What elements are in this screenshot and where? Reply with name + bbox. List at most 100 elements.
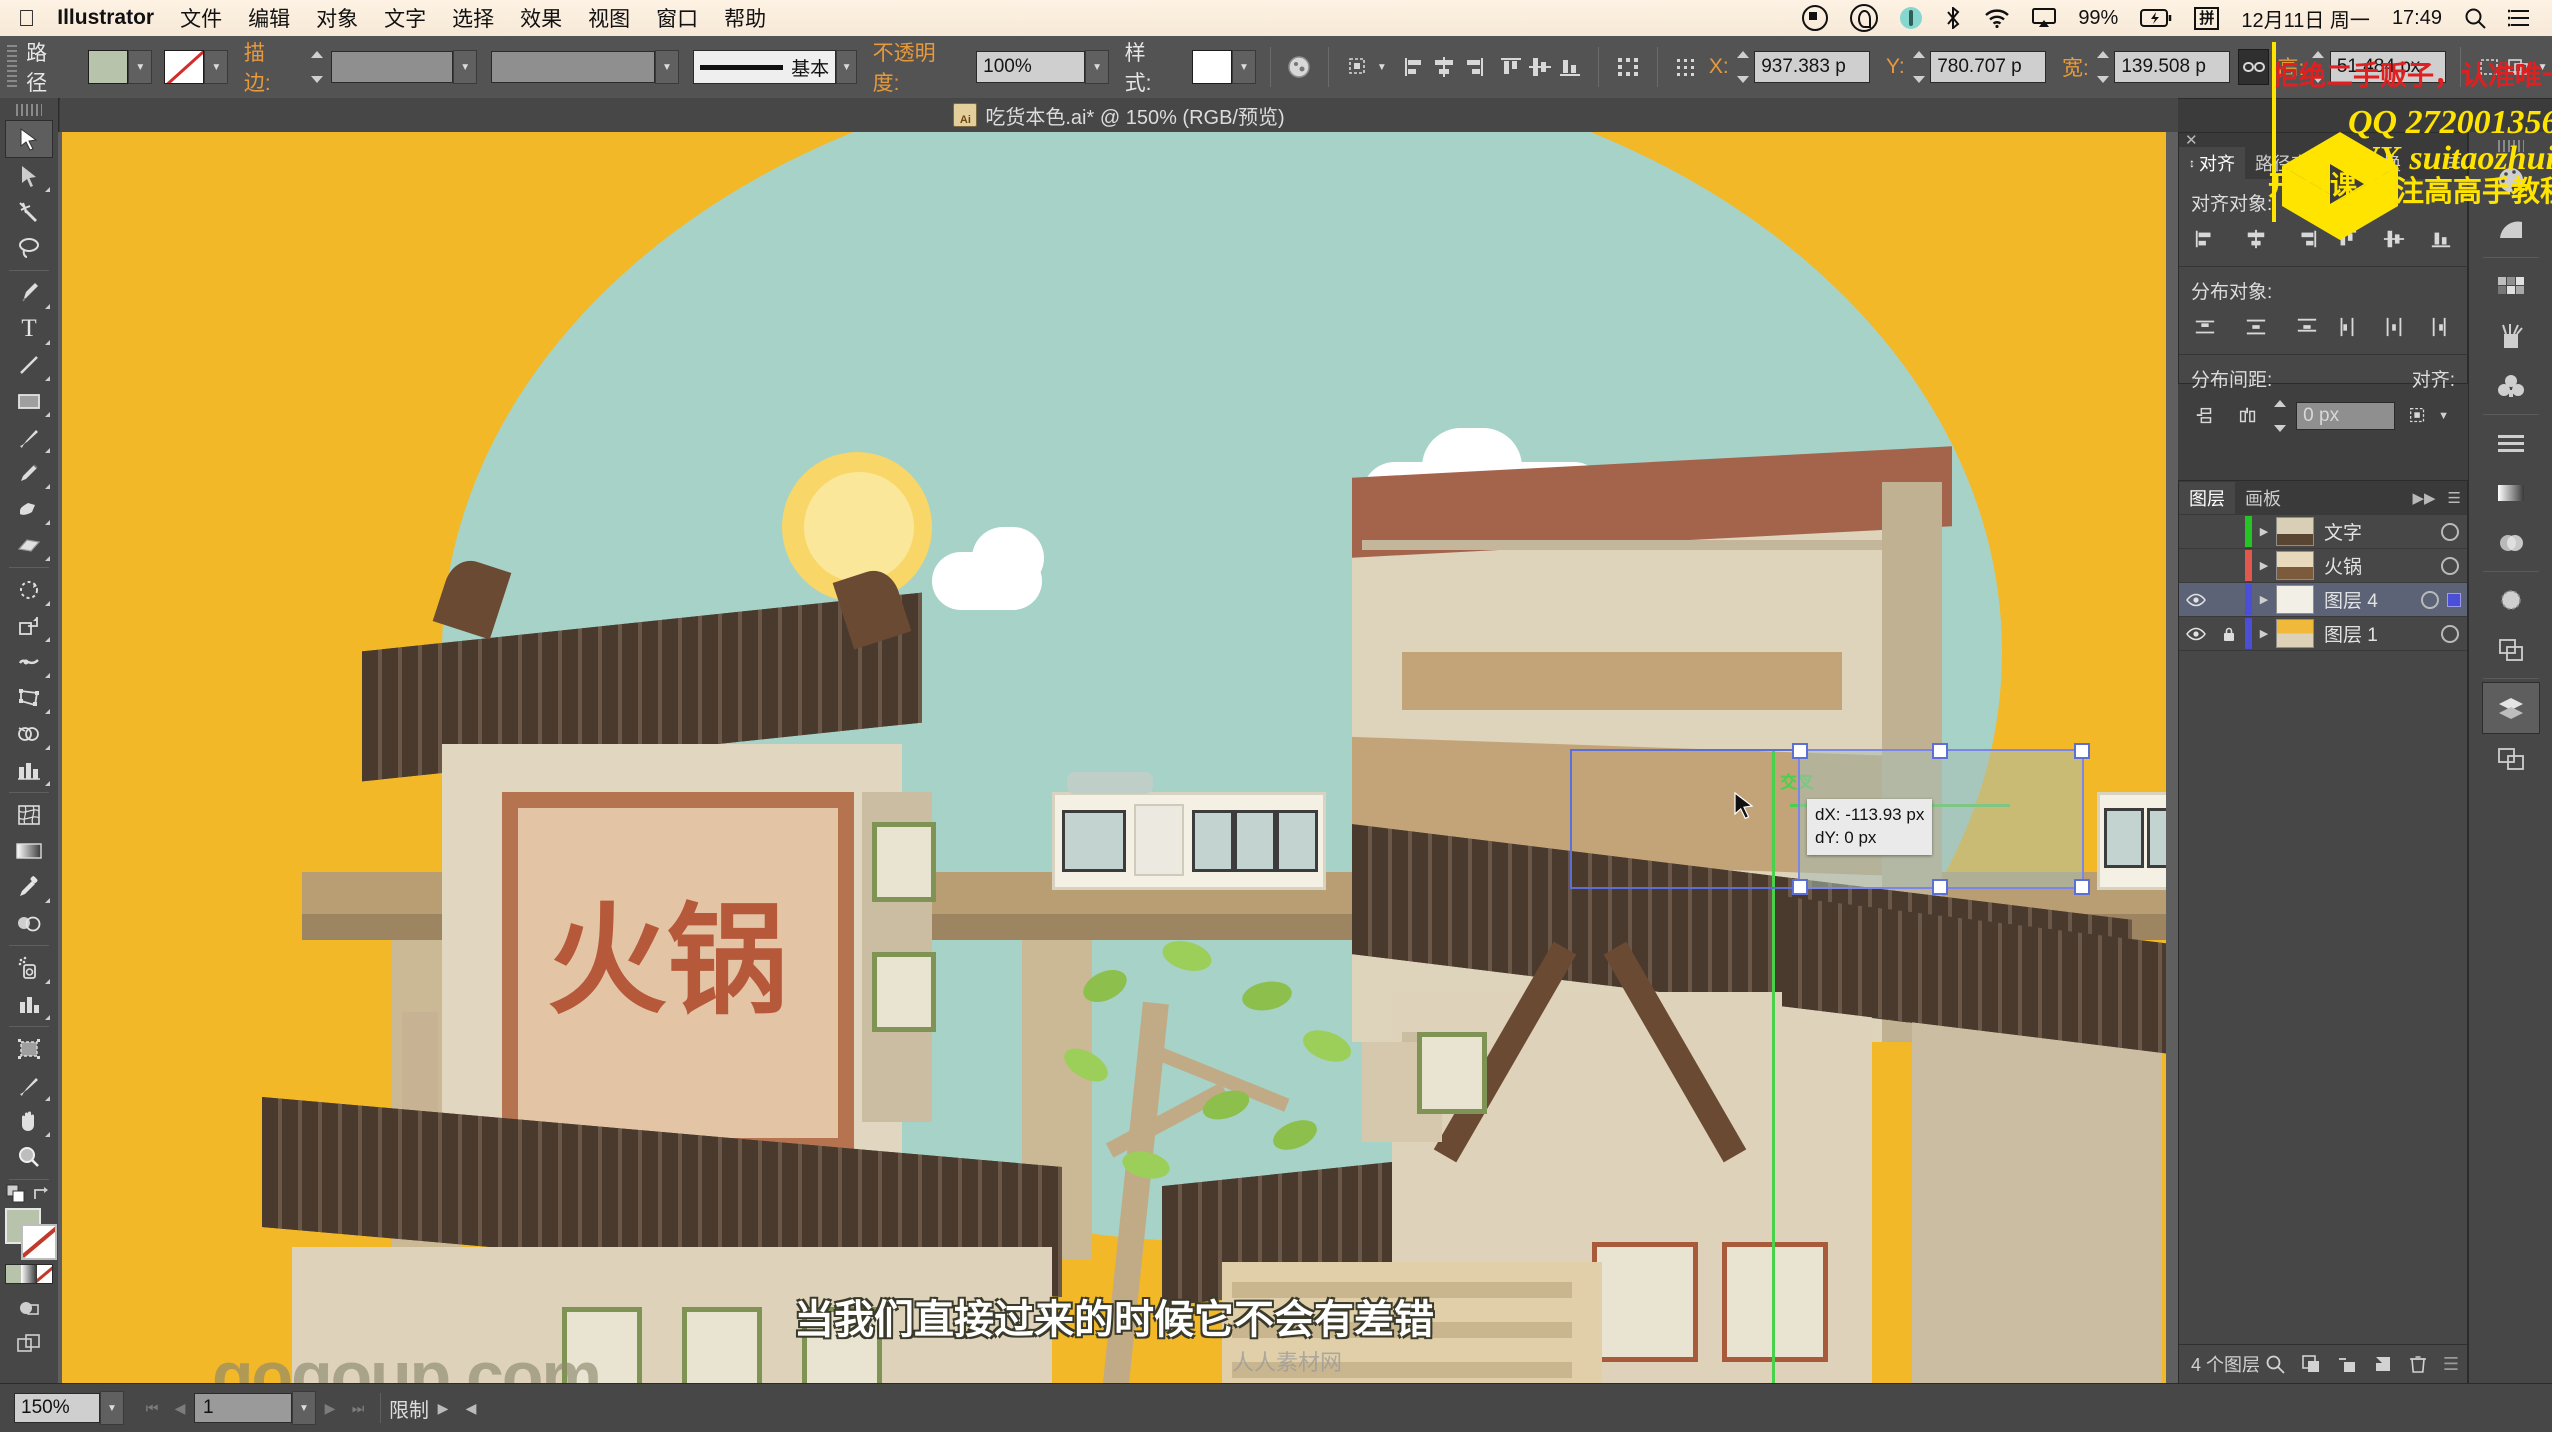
chevron-right-icon[interactable]: ▶ xyxy=(2252,559,2276,572)
default-fill-stroke-icon[interactable] xyxy=(6,1184,26,1204)
table-row[interactable]: ▶ 火锅 xyxy=(2179,549,2467,583)
airplay-icon[interactable] xyxy=(2032,8,2057,28)
chevron-right-icon[interactable]: ▶ xyxy=(2252,627,2276,640)
spacing-stepper[interactable] xyxy=(2273,400,2291,432)
appearance-panel-icon[interactable] xyxy=(2483,575,2539,625)
blob-brush-tool[interactable] xyxy=(6,491,52,527)
stroke-weight-dropdown-arrow[interactable]: ▼ xyxy=(453,50,478,84)
free-transform-tool[interactable] xyxy=(6,680,52,716)
stroke-dropdown-arrow[interactable]: ▼ xyxy=(204,50,229,84)
zoom-tool[interactable] xyxy=(6,1139,52,1175)
distribute-vertical-center-button[interactable] xyxy=(2240,312,2273,342)
fill-color-control[interactable]: ▼ xyxy=(88,50,153,84)
color-panel-icon[interactable] xyxy=(2483,154,2539,204)
x-position-field[interactable]: 937.383 p xyxy=(1754,51,1870,83)
align-bottom-edge-button[interactable] xyxy=(2424,224,2457,254)
fill-swatch[interactable] xyxy=(88,50,129,84)
selection-handle[interactable] xyxy=(1792,743,1808,759)
graphic-style-dropdown-arrow[interactable]: ▼ xyxy=(1231,50,1256,84)
tab-align[interactable]: ↕ 对齐 xyxy=(2179,147,2245,179)
align-right-edge-button[interactable] xyxy=(2290,224,2323,254)
layer-target-circle[interactable] xyxy=(2433,556,2467,575)
align-top-edge-button[interactable] xyxy=(2331,224,2364,254)
align-vertical-center-button[interactable] xyxy=(1526,50,1555,84)
status-mode-label[interactable]: 限制 xyxy=(389,1394,429,1423)
next-page-button[interactable]: ▶ xyxy=(316,1394,344,1422)
tab-layers[interactable]: 图层 xyxy=(2179,482,2235,514)
layer-visibility-toggle[interactable] xyxy=(2179,627,2213,641)
menu-item-effect[interactable]: 效果 xyxy=(520,3,562,33)
align-to-dropdown-arrow[interactable]: ▼ xyxy=(2438,410,2449,422)
blend-tool[interactable] xyxy=(6,905,52,941)
dropbox-icon[interactable] xyxy=(1900,7,1923,29)
menu-item-view[interactable]: 视图 xyxy=(588,3,630,33)
layer-lock-toggle[interactable] xyxy=(2213,626,2245,642)
graphic-styles-panel-icon[interactable] xyxy=(2483,625,2539,675)
selection-handle[interactable] xyxy=(2074,743,2090,759)
menu-item-help[interactable]: 帮助 xyxy=(724,3,766,33)
tab-transform[interactable]: 变换 xyxy=(2355,147,2411,179)
slice-tool[interactable] xyxy=(6,1067,52,1103)
drawing-mode-icon[interactable] xyxy=(6,1290,52,1326)
swap-fill-stroke-icon[interactable] xyxy=(32,1185,52,1203)
width-field[interactable]: 139.508 p xyxy=(2114,51,2231,83)
align-horizontal-center-button[interactable] xyxy=(1429,50,1458,84)
magic-wand-tool[interactable] xyxy=(6,194,52,230)
transparency-panel-icon[interactable] xyxy=(2483,518,2539,568)
status-prev-arrow[interactable]: ◀ xyxy=(457,1394,485,1422)
fill-dropdown-arrow[interactable]: ▼ xyxy=(128,50,153,84)
opacity-mask-icon[interactable] xyxy=(1285,50,1314,84)
hand-tool[interactable] xyxy=(6,1103,52,1139)
paintbrush-tool[interactable] xyxy=(6,419,52,455)
opacity-control[interactable]: 100% ▼ xyxy=(976,50,1110,84)
shape-builder-tool[interactable] xyxy=(6,716,52,752)
distribute-vertical-space-button[interactable] xyxy=(2189,401,2220,431)
screen-mode-icon[interactable] xyxy=(6,1326,52,1362)
layer-name-label[interactable]: 图层 4 xyxy=(2324,586,2413,613)
rotate-tool[interactable] xyxy=(6,572,52,608)
draw-mode-dropdown-arrow[interactable]: ▼ xyxy=(2533,51,2552,83)
perspective-grid-tool[interactable] xyxy=(6,752,52,788)
apple-logo-icon[interactable]:  xyxy=(18,6,35,30)
align-horizontal-center-button[interactable] xyxy=(2240,224,2273,254)
menu-item-object[interactable]: 对象 xyxy=(316,3,358,33)
artboards-panel-icon[interactable] xyxy=(2483,734,2539,784)
battery-icon[interactable] xyxy=(2140,9,2172,27)
layer-target-circle[interactable] xyxy=(2433,624,2467,643)
width-stepper[interactable] xyxy=(2096,51,2113,83)
align-vertical-center-button[interactable] xyxy=(2378,224,2411,254)
selection-handle[interactable] xyxy=(2074,879,2090,895)
eraser-tool[interactable] xyxy=(6,527,52,563)
create-new-sublayer-icon[interactable] xyxy=(2337,1354,2357,1374)
input-method-icon[interactable]: 拼 xyxy=(2194,6,2220,30)
brush-definition-control[interactable]: 基本 xyxy=(692,50,837,84)
screen-record-icon[interactable] xyxy=(1802,5,1829,31)
selection-handle[interactable] xyxy=(1932,879,1948,895)
fill-stroke-indicator[interactable] xyxy=(3,1208,57,1260)
graphic-style-swatch[interactable] xyxy=(1191,50,1232,84)
tab-artboards[interactable]: 画板 xyxy=(2235,482,2291,514)
layer-target-circle[interactable] xyxy=(2413,590,2447,609)
make-clipping-mask-icon[interactable] xyxy=(2301,1354,2321,1374)
height-field[interactable]: 51.484 px xyxy=(2329,51,2446,83)
stroke-profile-dropdown-arrow[interactable]: ▼ xyxy=(654,50,679,84)
eyedropper-tool[interactable] xyxy=(6,869,52,905)
app-name-label[interactable]: Illustrator xyxy=(57,6,154,30)
panel-menu-icon[interactable]: ☰ xyxy=(2442,489,2467,507)
selection-handle[interactable] xyxy=(1932,743,1948,759)
brush-definition-dropdown-arrow[interactable]: ▼ xyxy=(836,50,858,84)
distribute-right-edge-button[interactable] xyxy=(2424,312,2457,342)
stroke-weight-control[interactable]: ▼ xyxy=(311,50,478,84)
create-new-layer-icon[interactable] xyxy=(2373,1354,2393,1374)
y-position-field[interactable]: 780.707 p xyxy=(1930,51,2046,83)
delete-selection-icon[interactable] xyxy=(2409,1354,2427,1374)
rail-grip[interactable] xyxy=(2498,140,2524,152)
bluetooth-icon[interactable] xyxy=(1944,7,1962,29)
layer-visibility-toggle[interactable] xyxy=(2179,593,2213,607)
menu-item-window[interactable]: 窗口 xyxy=(656,3,698,33)
menu-item-file[interactable]: 文件 xyxy=(180,3,222,33)
gradient-panel-icon[interactable] xyxy=(2483,468,2539,518)
align-bottom-edge-button[interactable] xyxy=(1555,50,1584,84)
anchor-point-reference-icon[interactable] xyxy=(1672,50,1701,84)
symbol-sprayer-tool[interactable] xyxy=(6,950,52,986)
